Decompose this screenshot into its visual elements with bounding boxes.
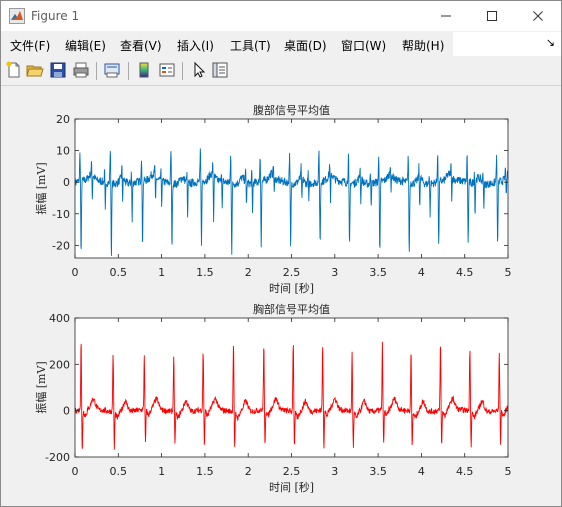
x-tick-label: 3 — [331, 465, 338, 478]
figure-window: Figure 1 文件(F) 编辑(E) 查看(V) 插入(I) 工具(T) 桌… — [0, 0, 562, 507]
axes-2[interactable]: 0 0.5 1 1.5 2 2.5 3 3.5 4 4.5 5-2000200400胸部信号平均值时… — [34, 302, 512, 494]
chart-title: 胸部信号平均值 — [253, 302, 330, 316]
y-tick-label: 400 — [49, 312, 70, 325]
x-tick-label: 5 — [505, 465, 512, 478]
x-tick-label: 0 — [72, 465, 79, 478]
y-tick-label: 0 — [63, 176, 70, 189]
x-tick-label: 4 — [418, 465, 425, 478]
x-tick-label: 1.5 — [196, 465, 214, 478]
y-tick-label: -10 — [52, 208, 70, 221]
chart-title: 腹部信号平均值 — [253, 103, 330, 117]
y-axis-label: 振幅 [mV] — [34, 162, 48, 214]
y-tick-label: 20 — [56, 113, 70, 126]
y-axis-label: 振幅 [mV] — [34, 361, 48, 413]
x-axis-label: 时间 [秒] — [269, 281, 314, 295]
x-tick-label: 4 — [418, 266, 425, 279]
y-tick-label: -200 — [45, 451, 70, 464]
x-tick-label: 3 — [331, 266, 338, 279]
figure-canvas: 0 0.5 1 1.5 2 2.5 3 3.5 4 4.5 5-20-1001020腹部信号平均值时… — [34, 103, 512, 494]
x-tick-label: 2.5 — [283, 266, 301, 279]
x-tick-label: 0.5 — [110, 266, 128, 279]
x-axis-label: 时间 [秒] — [269, 480, 314, 494]
x-tick-label: 1 — [158, 266, 165, 279]
x-tick-label: 0 — [72, 266, 79, 279]
plot-area — [75, 318, 508, 457]
y-tick-label: 10 — [56, 145, 70, 158]
x-tick-label: 3.5 — [369, 266, 387, 279]
y-tick-label: 0 — [63, 405, 70, 418]
x-tick-label: 1 — [158, 465, 165, 478]
x-tick-label: 3.5 — [369, 465, 387, 478]
y-tick-label: -20 — [52, 239, 70, 252]
y-tick-label: 200 — [49, 358, 70, 371]
x-tick-label: 1.5 — [196, 266, 214, 279]
axes-1[interactable]: 0 0.5 1 1.5 2 2.5 3 3.5 4 4.5 5 -20 -10 0 10 20 腹部信号平均值时… — [34, 103, 512, 295]
x-tick-label: 0.5 — [110, 465, 128, 478]
x-tick-label: 5 — [505, 266, 512, 279]
x-tick-label: 2.5 — [283, 465, 301, 478]
x-tick-label: 4.5 — [456, 266, 474, 279]
x-tick-label: 2 — [245, 266, 252, 279]
x-tick-label: 2 — [245, 465, 252, 478]
x-tick-label: 4.5 — [456, 465, 474, 478]
